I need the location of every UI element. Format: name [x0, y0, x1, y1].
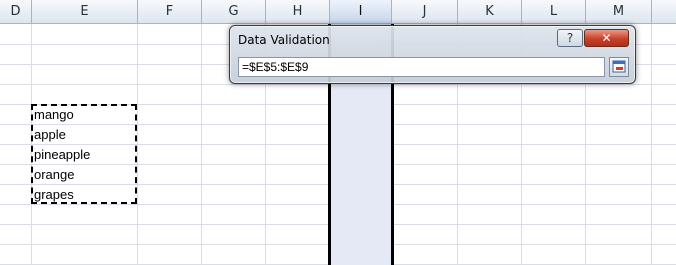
column-header-m[interactable]: M	[586, 0, 652, 24]
range-reference-input[interactable]: =$E$5:$E$9	[238, 57, 605, 77]
data-validation-dialog: Data Validation ? ✕ =$E$5:$E$9	[229, 25, 636, 84]
collapse-dialog-icon	[612, 60, 626, 73]
column-header-i[interactable]: I	[330, 0, 392, 24]
dialog-title: Data Validation	[238, 33, 330, 47]
column-gridline	[651, 24, 652, 265]
column-header-g[interactable]: G	[202, 0, 266, 24]
column-gridline	[201, 24, 202, 265]
expand-dialog-button[interactable]	[609, 57, 629, 77]
column-header-e[interactable]: E	[32, 0, 138, 24]
column-header-h[interactable]: H	[266, 0, 330, 24]
column-header-j[interactable]: J	[392, 0, 458, 24]
column-header-n[interactable]	[652, 0, 676, 24]
column-header-l[interactable]: L	[522, 0, 586, 24]
column-header-f[interactable]: F	[138, 0, 202, 24]
column-gridline	[137, 24, 138, 265]
copy-marquee-selection	[31, 104, 137, 204]
help-button[interactable]: ?	[557, 29, 583, 47]
close-button[interactable]: ✕	[584, 29, 629, 47]
column-header-k[interactable]: K	[458, 0, 522, 24]
column-header-d[interactable]: D	[0, 0, 32, 24]
